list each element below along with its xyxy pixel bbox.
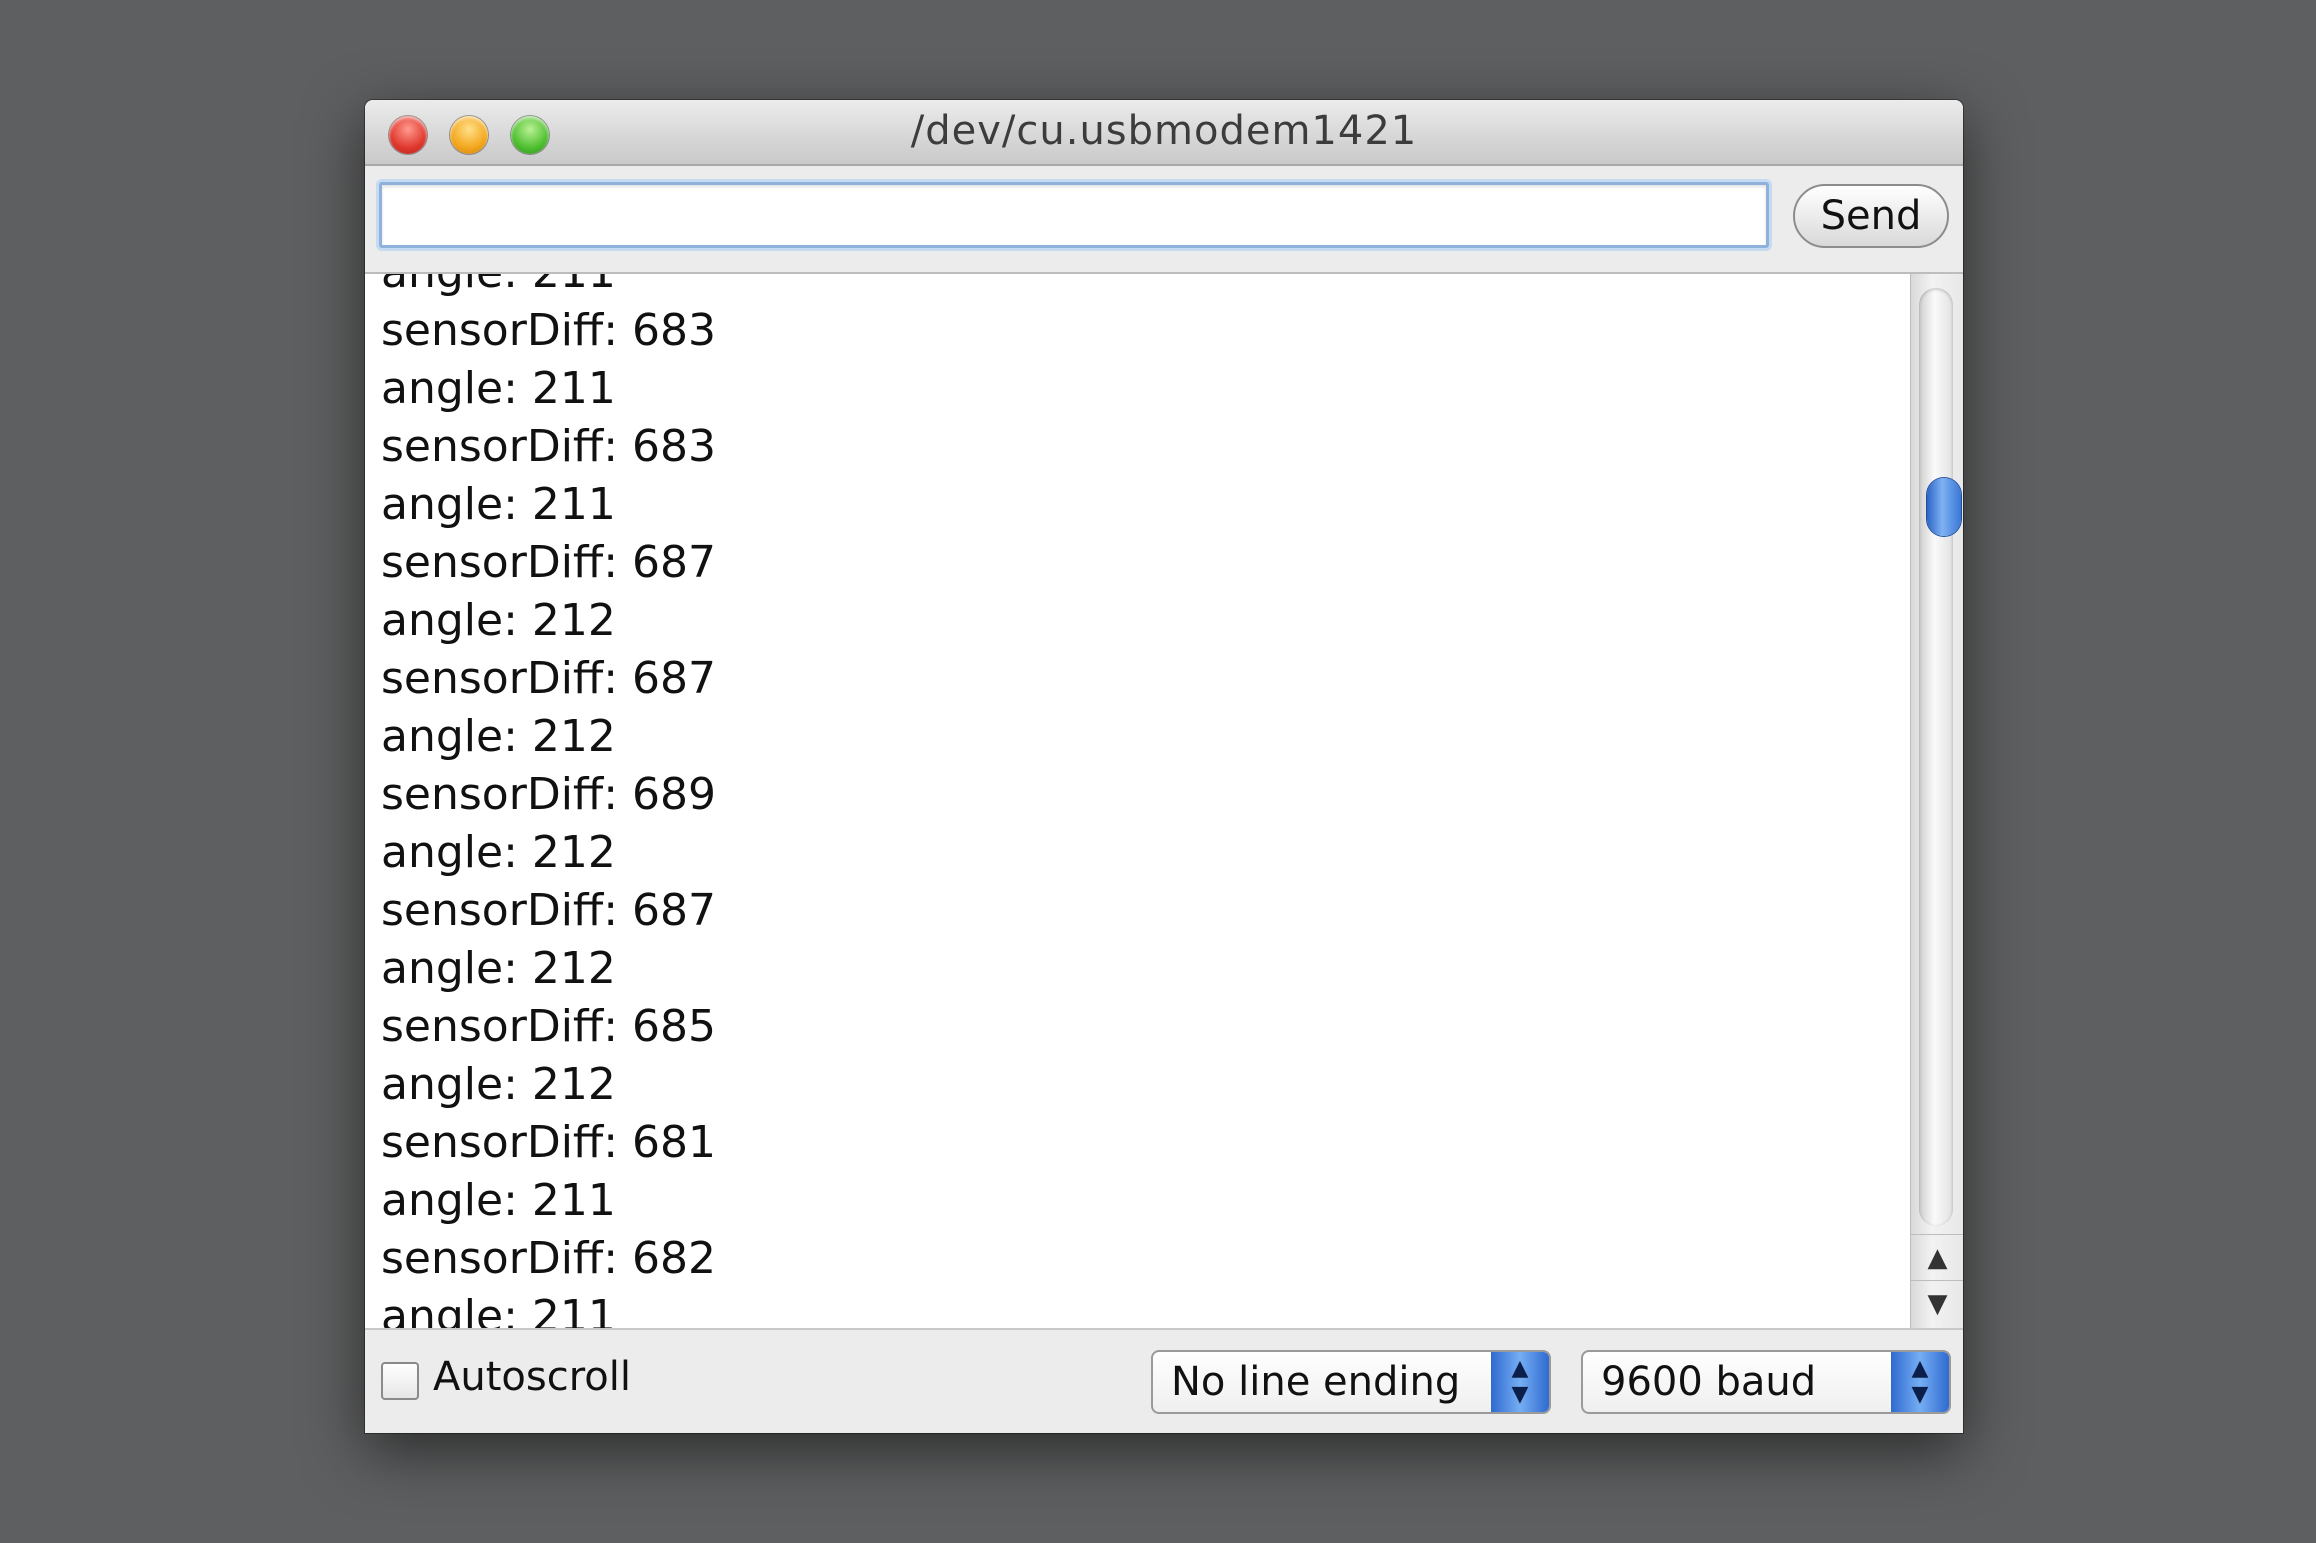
output-line: angle: 212 xyxy=(381,1059,616,1110)
output-line: angle: 211 xyxy=(381,1175,616,1226)
vertical-scrollbar[interactable]: ▲ ▼ xyxy=(1910,274,1963,1328)
output-lines: angle: 211 sensorDiff: 683 angle: 211 senso… xyxy=(381,274,716,1328)
autoscroll-checkbox[interactable] xyxy=(381,1362,419,1400)
serial-input[interactable] xyxy=(379,182,1769,248)
send-toolbar: Send xyxy=(365,166,1963,274)
output-line: sensorDiff: 689 xyxy=(381,769,717,820)
output-line: angle: 212 xyxy=(381,595,616,646)
output-line: angle: 212 xyxy=(381,711,616,762)
output-line: sensorDiff: 687 xyxy=(381,885,717,936)
output-line: angle: 212 xyxy=(381,943,616,994)
output-line: sensorDiff: 681 xyxy=(381,1117,717,1168)
stepper-arrows-icon: ▲ ▼ xyxy=(1891,1352,1949,1412)
title-bar[interactable]: /dev/cu.usbmodem1421 xyxy=(365,100,1963,166)
output-line: sensorDiff: 682 xyxy=(381,1233,717,1284)
serial-monitor-window: /dev/cu.usbmodem1421 Send angle: 211 sens… xyxy=(365,100,1963,1433)
serial-output[interactable]: angle: 211 sensorDiff: 683 angle: 211 senso… xyxy=(365,274,1910,1328)
footer-bar: Autoscroll No line ending ▲ ▼ 9600 baud ▲… xyxy=(365,1328,1963,1433)
stepper-arrows-icon: ▲ ▼ xyxy=(1491,1352,1549,1412)
autoscroll-label[interactable]: Autoscroll xyxy=(433,1354,631,1400)
scroll-up-arrow-icon[interactable]: ▲ xyxy=(1911,1234,1963,1281)
scroll-down-arrow-icon[interactable]: ▼ xyxy=(1911,1280,1963,1327)
baud-rate-value: 9600 baud xyxy=(1601,1359,1817,1405)
output-line: sensorDiff: 687 xyxy=(381,653,717,704)
line-ending-value: No line ending xyxy=(1171,1359,1461,1405)
output-line: angle: 211 xyxy=(381,1291,616,1328)
output-line: sensorDiff: 685 xyxy=(381,1001,717,1052)
output-line: angle: 212 xyxy=(381,827,616,878)
output-line: angle: 211 xyxy=(381,479,616,530)
output-line: sensorDiff: 687 xyxy=(381,537,717,588)
scroll-thumb[interactable] xyxy=(1927,478,1961,536)
output-line: sensorDiff: 683 xyxy=(381,421,717,472)
scroll-track[interactable] xyxy=(1919,288,1961,1226)
send-button[interactable]: Send xyxy=(1793,184,1949,248)
output-line: sensorDiff: 683 xyxy=(381,305,717,356)
output-line: angle: 211 xyxy=(381,274,716,302)
window-title: /dev/cu.usbmodem1421 xyxy=(910,108,1418,154)
output-line: angle: 211 xyxy=(381,363,616,414)
baud-rate-select[interactable]: 9600 baud ▲ ▼ xyxy=(1581,1350,1951,1414)
line-ending-select[interactable]: No line ending ▲ ▼ xyxy=(1151,1350,1551,1414)
